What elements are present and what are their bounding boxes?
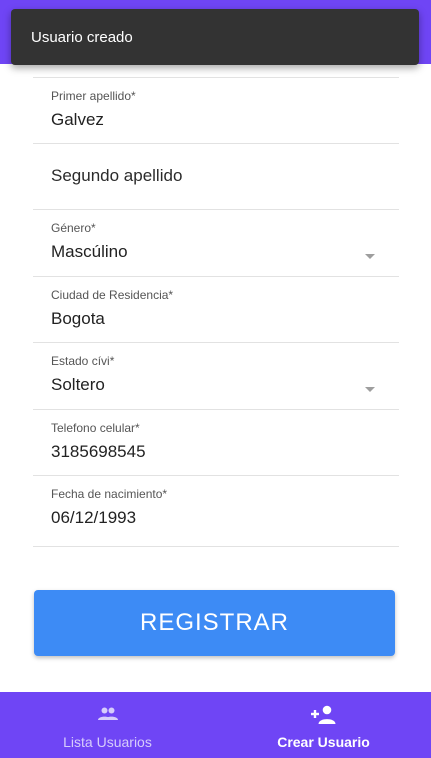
- genero-select[interactable]: Género* Mascúlino: [33, 210, 399, 276]
- estado-civil-value: Soltero: [51, 375, 105, 394]
- fecha-nacimiento-value: 06/12/1993: [51, 508, 137, 527]
- estado-civil-select[interactable]: Estado cívi* Soltero: [33, 343, 399, 409]
- nav-item-lista-usuarios[interactable]: Lista Usuarios: [0, 692, 215, 758]
- dropdown-arrow-icon[interactable]: [365, 254, 375, 259]
- nav-item-crear-usuario[interactable]: Crear Usuario: [216, 692, 431, 758]
- nav-label-lista-usuarios: Lista Usuarios: [63, 734, 152, 750]
- primer-apellido-value: Galvez: [51, 110, 104, 129]
- telefono-celular-label: Telefono celular*: [51, 421, 140, 435]
- group-icon: [97, 707, 118, 720]
- snackbar: Usuario creado: [11, 9, 419, 65]
- genero-value: Mascúlino: [51, 242, 128, 261]
- dropdown-arrow-icon[interactable]: [365, 387, 375, 392]
- telefono-celular-field[interactable]: Telefono celular* 3185698545: [33, 410, 399, 476]
- person-add-icon: [310, 705, 335, 724]
- ciudad-residencia-value: Bogota: [51, 309, 105, 328]
- telefono-celular-value: 3185698545: [51, 442, 146, 461]
- register-button[interactable]: REGISTRAR: [34, 590, 395, 656]
- fecha-nacimiento-field[interactable]: Fecha de nacimiento* 06/12/1993: [33, 476, 399, 542]
- ciudad-residencia-field[interactable]: Ciudad de Residencia* Bogota: [33, 277, 399, 343]
- divider: [33, 546, 399, 547]
- nav-label-crear-usuario: Crear Usuario: [277, 734, 370, 750]
- genero-label: Género*: [51, 221, 96, 235]
- primer-apellido-label: Primer apellido*: [51, 89, 136, 103]
- ciudad-residencia-label: Ciudad de Residencia*: [51, 288, 174, 302]
- segundo-apellido-placeholder: Segundo apellido: [51, 166, 183, 185]
- estado-civil-label: Estado cívi*: [51, 354, 115, 368]
- bottom-navigation: Lista Usuarios Crear Usuario: [0, 692, 431, 758]
- snackbar-message: Usuario creado: [31, 28, 133, 46]
- fecha-nacimiento-label: Fecha de nacimiento*: [51, 487, 168, 501]
- segundo-apellido-field[interactable]: Segundo apellido: [33, 144, 399, 210]
- primer-apellido-field[interactable]: Primer apellido* Galvez: [33, 78, 399, 144]
